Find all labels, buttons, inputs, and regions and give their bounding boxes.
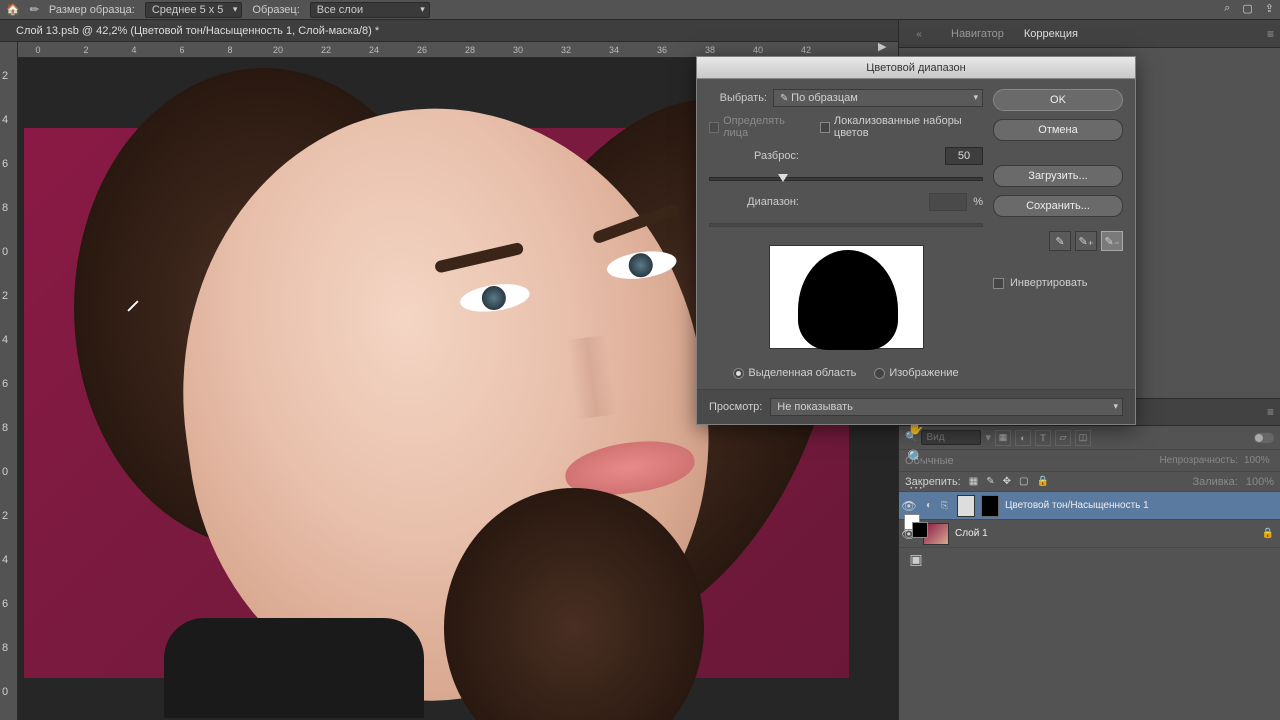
filter-type-icon[interactable]: T <box>1035 430 1051 446</box>
zoom-icon[interactable]: 🔍 <box>907 448 925 466</box>
select-method-dropdown[interactable]: ✎ По образцам <box>773 89 983 107</box>
panel-menu-icon[interactable]: ≡ <box>1267 27 1274 41</box>
layer-name[interactable]: Слой 1 <box>955 528 1256 539</box>
filter-pixel-icon[interactable]: ▦ <box>995 430 1011 446</box>
localized-label: Локализованные наборы цветов <box>834 115 983 139</box>
filter-toggle[interactable] <box>1254 433 1274 443</box>
color-range-dialog: Цветовой диапазон Выбрать: ✎ По образцам… <box>696 56 1136 425</box>
dialog-title[interactable]: Цветовой диапазон <box>697 57 1135 79</box>
detect-faces-label: Определять лица <box>723 115 804 139</box>
invert-label: Инвертировать <box>1010 277 1087 289</box>
fuzziness-label: Разброс: <box>709 150 799 162</box>
range-label: Диапазон: <box>709 196 799 208</box>
tab-navigator[interactable]: Навигатор <box>941 28 1014 40</box>
sample-size-dropdown[interactable]: Среднее 5 x 5 <box>145 2 243 18</box>
fill-value[interactable]: 100% <box>1246 476 1274 488</box>
preview-mode-dropdown[interactable]: Не показывать <box>770 398 1123 416</box>
adjustment-thumb[interactable] <box>957 495 975 517</box>
document-tab[interactable]: Слой 13.psb @ 42,2% (Цветовой тон/Насыще… <box>16 25 379 37</box>
lock-artboard-icon[interactable]: ▢ <box>1019 476 1028 487</box>
filter-smart-icon[interactable]: ◫ <box>1075 430 1091 446</box>
selection-preview[interactable] <box>769 245 924 349</box>
preview-mode-label: Просмотр: <box>709 401 762 413</box>
layer-row-adjustment[interactable]: 👁 ◐ ⎘ Цветовой тон/Насыщенность 1 <box>899 492 1280 520</box>
eyedropper-cursor <box>128 298 144 314</box>
opacity-label: Непрозрачность: <box>1159 455 1238 466</box>
opacity-value[interactable]: 100% <box>1244 455 1274 466</box>
vertical-ruler: 246802468024680 <box>0 42 18 720</box>
fuzziness-slider[interactable] <box>709 177 983 181</box>
select-label: Выбрать: <box>709 92 767 104</box>
range-unit: % <box>973 196 983 208</box>
tab-corrections[interactable]: Коррекция <box>1014 28 1088 40</box>
eyedropper-subtract-icon[interactable]: ✎₋ <box>1101 231 1123 251</box>
play-icon[interactable]: ▶ <box>878 40 886 53</box>
lock-icon: 🔒 <box>1262 528 1274 539</box>
color-swatches[interactable] <box>904 514 928 538</box>
range-input <box>929 193 967 211</box>
eyedropper-sample-icon[interactable]: ✎ <box>1049 231 1071 251</box>
more-icon[interactable]: ⋯ <box>907 478 925 496</box>
eyedropper-add-icon[interactable]: ✎₊ <box>1075 231 1097 251</box>
layer-row-background[interactable]: 👁 Слой 1 🔒 <box>899 520 1280 548</box>
localized-checkbox[interactable] <box>820 122 830 133</box>
share-icon[interactable]: ⇪ <box>1265 2 1274 15</box>
filter-adjust-icon[interactable]: ◐ <box>1015 430 1031 446</box>
layer-name[interactable]: Цветовой тон/Насыщенность 1 <box>1005 500 1278 511</box>
quickmask-icon[interactable]: ▣ <box>907 550 925 568</box>
radio-selection[interactable] <box>733 368 744 379</box>
cancel-button[interactable]: Отмена <box>993 119 1123 141</box>
layer-mask-thumb[interactable] <box>981 495 999 517</box>
load-button[interactable]: Загрузить... <box>993 165 1123 187</box>
radio-image[interactable] <box>874 368 885 379</box>
lock-all-icon[interactable]: 🔒 <box>1036 476 1048 487</box>
filter-shape-icon[interactable]: ▱ <box>1055 430 1071 446</box>
search-icon[interactable]: ⌕ <box>1224 2 1230 15</box>
sample-size-label: Размер образца: <box>49 4 135 16</box>
sample-source-dropdown[interactable]: Все слои <box>310 2 430 18</box>
lock-pixels-icon[interactable]: ✎ <box>986 476 994 487</box>
fuzziness-input[interactable] <box>945 147 983 165</box>
home-icon[interactable]: 🏠 <box>6 3 20 16</box>
detect-faces-checkbox <box>709 122 719 133</box>
ok-button[interactable]: OK <box>993 89 1123 111</box>
lock-transparent-icon[interactable]: ▦ <box>969 476 978 487</box>
range-slider <box>709 223 983 227</box>
layers-menu-icon[interactable]: ≡ <box>1267 405 1274 419</box>
workspace-icon[interactable]: ▢ <box>1242 2 1252 15</box>
save-button[interactable]: Сохранить... <box>993 195 1123 217</box>
eyedropper-tool-icon[interactable]: ✎ <box>26 2 42 18</box>
lock-position-icon[interactable]: ✥ <box>1003 476 1011 487</box>
invert-checkbox[interactable] <box>993 278 1004 289</box>
link-icon[interactable]: ⎘ <box>941 500 951 511</box>
collapse-panel-icon[interactable]: « <box>899 20 939 48</box>
sample-source-label: Образец: <box>252 4 299 16</box>
fill-label: Заливка: <box>1192 476 1237 488</box>
